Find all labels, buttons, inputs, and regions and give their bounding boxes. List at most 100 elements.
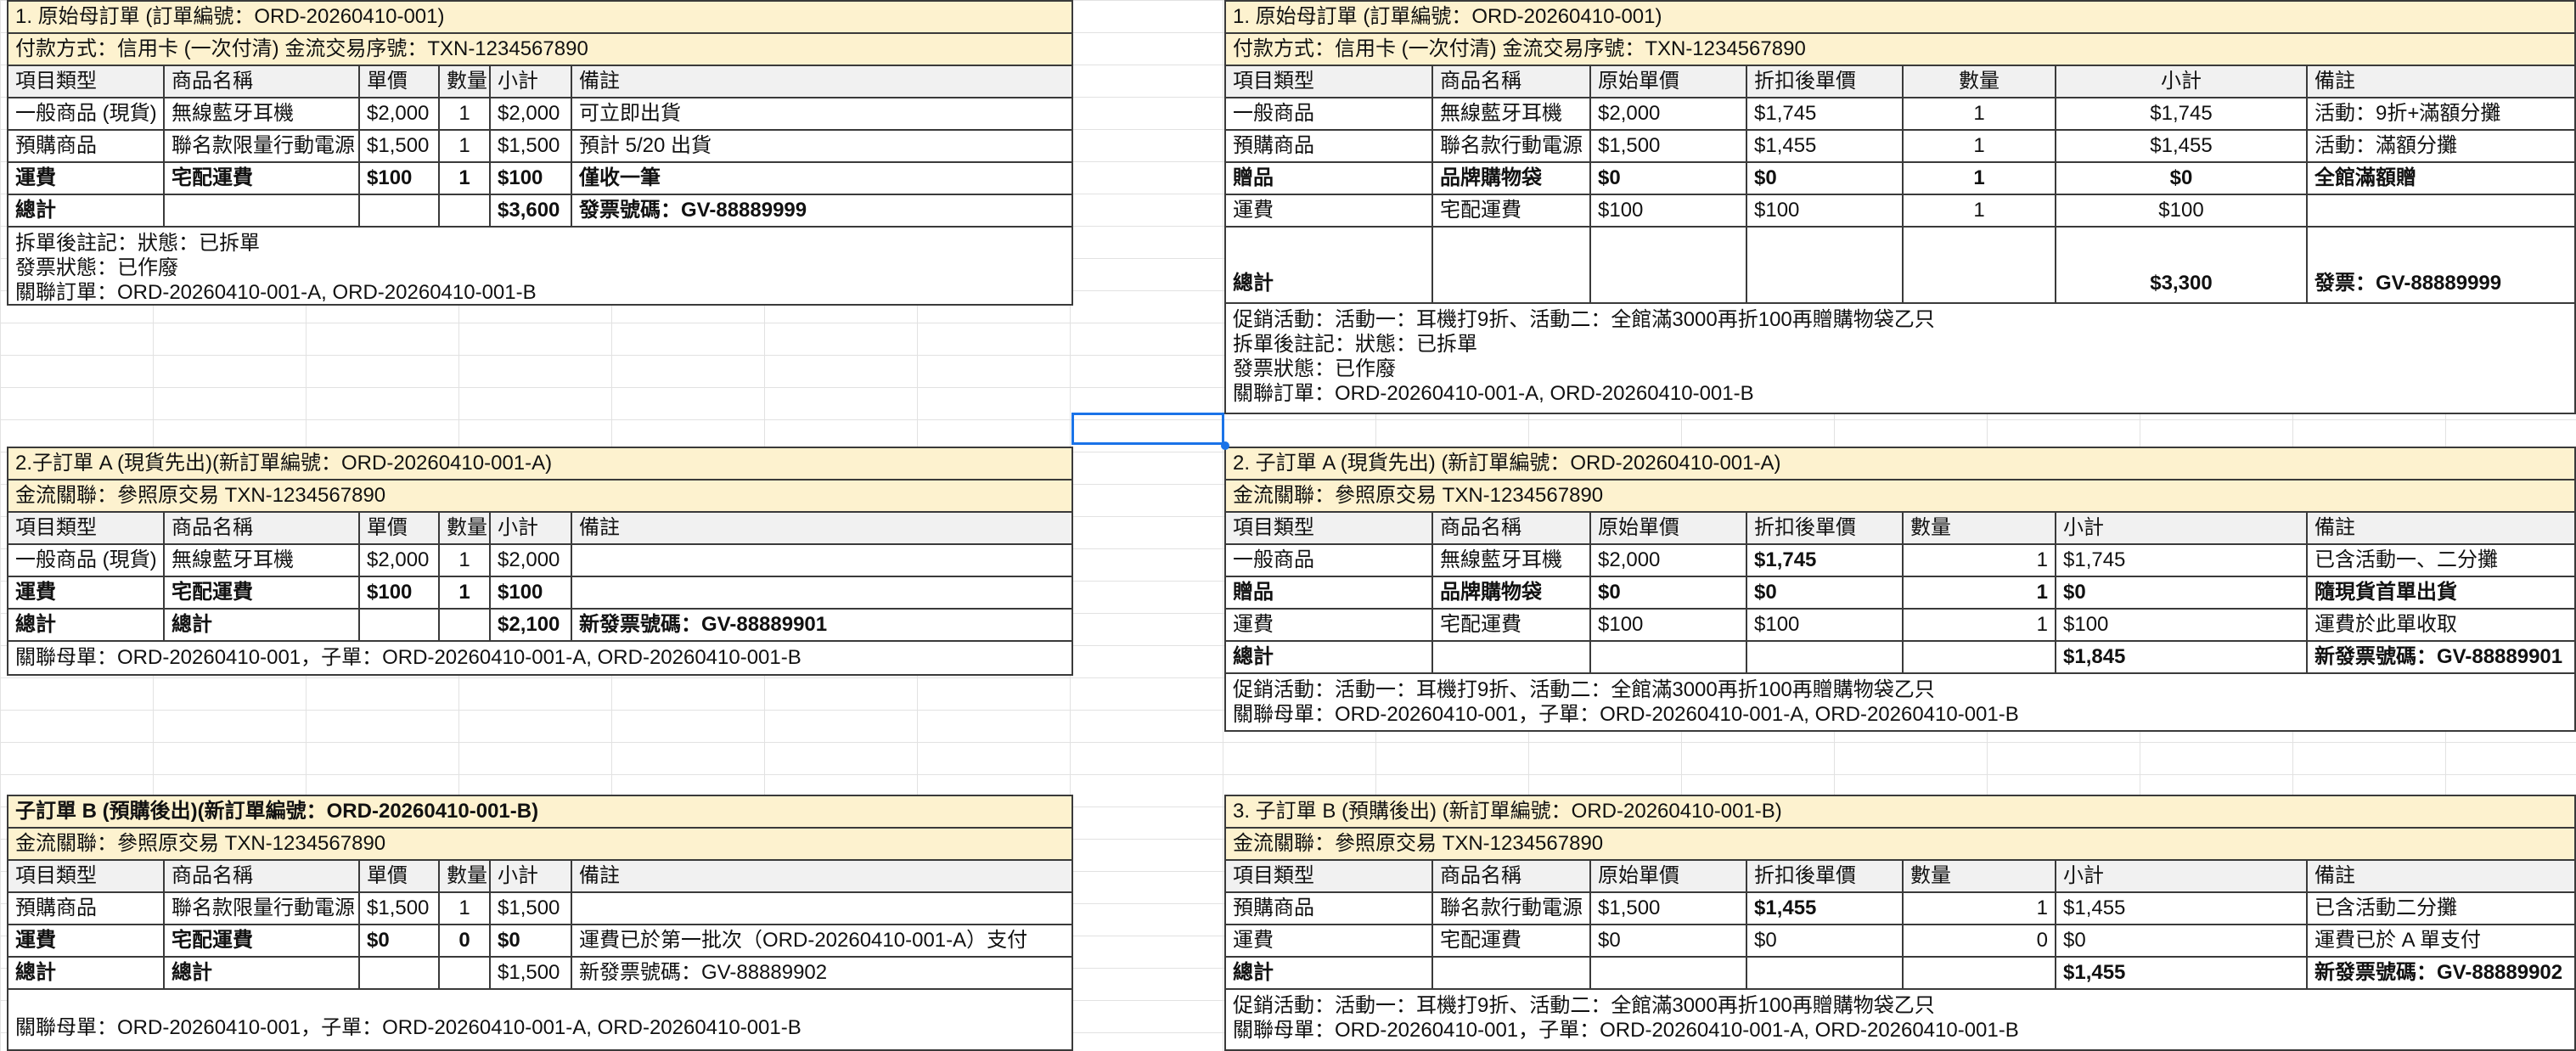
table-cell[interactable]: 宅配運費 — [1433, 195, 1591, 228]
table-cell[interactable]: $100 — [2056, 610, 2308, 642]
table-cell[interactable] — [572, 893, 1071, 925]
left-b2-payment[interactable]: 金流關聯：參照原交易 TXN-1234567890 — [8, 481, 1071, 513]
right-b3-notes[interactable]: 促銷活動：活動一：耳機打9折、活動二：全館滿3000再折100再贈購物袋乙只 關… — [1226, 990, 2574, 1046]
header-cell[interactable]: 數量 — [1904, 861, 2056, 893]
selected-cell[interactable] — [1071, 413, 1224, 445]
table-cell[interactable]: $100 — [491, 577, 572, 610]
table-cell[interactable]: 宅配運費 — [1433, 925, 1591, 958]
header-cell[interactable]: 小計 — [491, 513, 572, 545]
total-cell[interactable]: $2,100 — [491, 610, 572, 642]
table-cell[interactable]: 運費已於第一批次（ORD-20260410-001-A）支付 — [572, 925, 1071, 958]
total-cell[interactable] — [1433, 228, 1591, 304]
header-cell[interactable]: 備註 — [2308, 66, 2574, 98]
header-cell[interactable]: 項目類型 — [1226, 513, 1433, 545]
table-cell[interactable]: 運費 — [1226, 925, 1433, 958]
table-cell[interactable]: 聯名款行動電源 — [1433, 893, 1591, 925]
table-cell[interactable]: $1,745 — [2056, 545, 2308, 577]
header-cell[interactable]: 商品名稱 — [1433, 861, 1591, 893]
table-cell[interactable]: $2,000 — [491, 545, 572, 577]
left-b3-title[interactable]: 子訂單 B (預購後出)(新訂單編號：ORD-20260410-001-B) — [8, 796, 1071, 829]
header-cell[interactable]: 商品名稱 — [165, 861, 360, 893]
table-cell[interactable]: $0 — [1591, 163, 1747, 195]
total-cell[interactable]: 總計 — [165, 958, 360, 990]
table-cell[interactable]: $1,455 — [2056, 893, 2308, 925]
header-cell[interactable]: 數量 — [1904, 66, 2056, 98]
header-cell[interactable]: 原始單價 — [1591, 861, 1747, 893]
table-cell[interactable]: 預購商品 — [8, 893, 165, 925]
table-cell[interactable]: 1 — [1904, 577, 2056, 610]
table-cell[interactable]: $1,455 — [1747, 131, 1904, 163]
table-cell[interactable]: 贈品 — [1226, 163, 1433, 195]
total-cell[interactable] — [1904, 642, 2056, 674]
total-cell[interactable]: 新發票號碼：GV-88889901 — [572, 610, 1071, 642]
header-cell[interactable]: 數量 — [440, 66, 491, 98]
total-cell[interactable]: 新發票號碼：GV-88889902 — [2308, 958, 2574, 990]
total-cell[interactable] — [165, 195, 360, 228]
total-cell[interactable] — [1433, 642, 1591, 674]
table-cell[interactable]: 宅配運費 — [165, 925, 360, 958]
table-cell[interactable]: $0 — [1591, 925, 1747, 958]
table-cell[interactable]: 隨現貨首單出貨 — [2308, 577, 2574, 610]
table-cell[interactable]: $100 — [360, 577, 440, 610]
table-cell[interactable]: 無線藍牙耳機 — [165, 98, 360, 131]
total-cell[interactable]: 總計 — [1226, 958, 1433, 990]
table-cell[interactable]: $1,455 — [1747, 893, 1904, 925]
total-cell[interactable] — [1747, 228, 1904, 304]
table-cell[interactable]: 無線藍牙耳機 — [1433, 545, 1591, 577]
table-cell[interactable]: 1 — [440, 163, 491, 195]
table-cell[interactable]: $0 — [1747, 163, 1904, 195]
table-cell[interactable]: $100 — [491, 163, 572, 195]
table-cell[interactable]: 運費 — [8, 577, 165, 610]
right-b2-title[interactable]: 2. 子訂單 A (現貨先出) (新訂單編號：ORD-20260410-001-… — [1226, 448, 2574, 481]
table-cell[interactable]: $0 — [2056, 925, 2308, 958]
header-cell[interactable]: 單價 — [360, 861, 440, 893]
table-cell[interactable]: $1,745 — [1747, 545, 1904, 577]
left-b1-title[interactable]: 1. 原始母訂單 (訂單編號：ORD-20260410-001) — [8, 2, 1071, 34]
header-cell[interactable]: 單價 — [360, 66, 440, 98]
header-cell[interactable]: 項目類型 — [1226, 66, 1433, 98]
total-cell[interactable]: $3,600 — [491, 195, 572, 228]
table-cell[interactable]: $0 — [1747, 577, 1904, 610]
table-cell[interactable]: 1 — [440, 131, 491, 163]
table-cell[interactable]: $2,000 — [1591, 545, 1747, 577]
header-cell[interactable]: 小計 — [491, 861, 572, 893]
table-cell[interactable]: $2,000 — [491, 98, 572, 131]
header-cell[interactable]: 折扣後單價 — [1747, 861, 1904, 893]
table-cell[interactable]: 1 — [1904, 163, 2056, 195]
table-cell[interactable]: 運費 — [8, 925, 165, 958]
header-cell[interactable]: 備註 — [2308, 861, 2574, 893]
header-cell[interactable]: 商品名稱 — [165, 66, 360, 98]
total-cell[interactable] — [1747, 642, 1904, 674]
table-cell[interactable]: 品牌購物袋 — [1433, 577, 1591, 610]
table-cell[interactable]: $1,745 — [1747, 98, 1904, 131]
right-b2-notes[interactable]: 促銷活動：活動一：耳機打9折、活動二：全館滿3000再折100再贈購物袋乙只 關… — [1226, 674, 2574, 730]
header-cell[interactable]: 小計 — [491, 66, 572, 98]
total-cell[interactable]: 發票：GV-88889999 — [2308, 228, 2574, 304]
total-cell[interactable]: 總計 — [8, 195, 165, 228]
table-cell[interactable]: 品牌購物袋 — [1433, 163, 1591, 195]
total-cell[interactable]: 總計 — [1226, 642, 1433, 674]
total-cell[interactable] — [440, 958, 491, 990]
table-cell[interactable]: $2,000 — [1591, 98, 1747, 131]
right-b2-payment[interactable]: 金流關聯：參照原交易 TXN-1234567890 — [1226, 481, 2574, 513]
total-cell[interactable] — [1433, 958, 1591, 990]
total-cell[interactable]: 新發票號碼：GV-88889901 — [2308, 642, 2574, 674]
table-cell[interactable]: 宅配運費 — [165, 163, 360, 195]
table-cell[interactable]: 1 — [1904, 195, 2056, 228]
table-cell[interactable]: 一般商品 (現貨) — [8, 98, 165, 131]
total-cell[interactable] — [360, 195, 440, 228]
table-cell[interactable]: 運費於此單收取 — [2308, 610, 2574, 642]
total-cell[interactable] — [1591, 228, 1747, 304]
table-cell[interactable]: $100 — [1591, 610, 1747, 642]
table-cell[interactable]: 活動：滿額分攤 — [2308, 131, 2574, 163]
total-cell[interactable] — [1747, 958, 1904, 990]
total-cell[interactable]: 總計 — [165, 610, 360, 642]
table-cell[interactable]: 預計 5/20 出貨 — [572, 131, 1071, 163]
table-cell[interactable]: $100 — [360, 163, 440, 195]
header-cell[interactable]: 項目類型 — [8, 513, 165, 545]
table-cell[interactable]: 運費已於 A 單支付 — [2308, 925, 2574, 958]
table-cell[interactable]: 1 — [1904, 545, 2056, 577]
table-cell[interactable]: 運費 — [1226, 610, 1433, 642]
table-cell[interactable]: 可立即出貨 — [572, 98, 1071, 131]
total-cell[interactable] — [360, 958, 440, 990]
